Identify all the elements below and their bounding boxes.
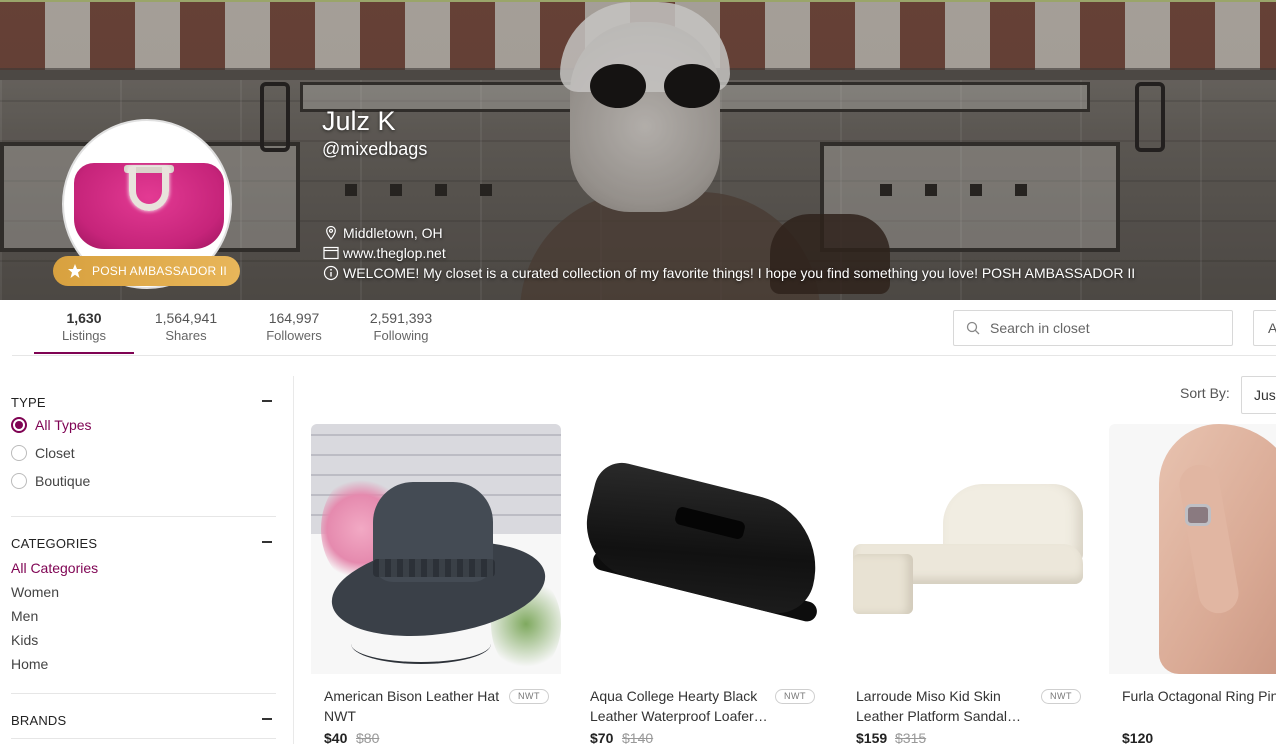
type-option-label: Boutique (35, 473, 91, 489)
stat-value: 1,630 (66, 310, 102, 326)
divider (11, 693, 276, 694)
listing-original-price: $140 (622, 730, 654, 744)
star-icon (68, 264, 82, 278)
closet-search[interactable] (953, 310, 1233, 346)
listing-price: $120 (1122, 730, 1154, 744)
stat-listings[interactable]: 1,630 Listings (34, 310, 134, 354)
type-option-label: All Types (35, 417, 92, 433)
listing-card[interactable]: American Bison Leather Hat NWT NWT $40 $… (311, 424, 561, 744)
sort-label: Sort By: (1180, 385, 1230, 401)
listing-photo-hat[interactable] (311, 424, 561, 674)
category-all[interactable]: All Categories (11, 560, 98, 576)
photo-hand (1159, 424, 1276, 674)
listing-price: $70 (590, 730, 614, 744)
posh-ambassador-badge: POSH AMBASSADOR II (53, 256, 240, 286)
listing-price: $159 (856, 730, 888, 744)
map-pin-icon (326, 225, 336, 240)
type-option-closet[interactable]: Closet (11, 445, 75, 461)
nwt-tag: NWT (775, 689, 815, 704)
profile-handle: @mixedbags (322, 139, 428, 159)
stat-following[interactable]: 2,591,393 Following (362, 310, 440, 343)
listing-photo-loafer[interactable] (577, 424, 827, 674)
listing-price: $40 (324, 730, 348, 744)
filter-heading-brands: BRANDS (11, 713, 67, 728)
photo-sandal (853, 484, 1083, 614)
divider (11, 516, 276, 517)
active-tab-underline (34, 352, 134, 354)
listing-title[interactable]: American Bison Leather Hat NWT (324, 686, 504, 726)
stat-followers[interactable]: 164,997 Followers (256, 310, 332, 343)
listing-card[interactable]: Furla Octagonal Ring Pink Size 7 NIB $12… (1109, 424, 1276, 744)
listing-title[interactable]: Larroude Miso Kid Skin Leather Platform … (856, 686, 1036, 726)
search-input[interactable] (990, 320, 1210, 336)
sandal-heel (853, 554, 913, 614)
stat-label: Listings (61, 328, 107, 343)
listing-title[interactable]: Aqua College Hearty Black Leather Waterp… (590, 686, 770, 726)
photo-loafer (577, 457, 827, 624)
browser-window-icon (323, 246, 339, 260)
bag-clasp (129, 167, 169, 211)
nwt-tag: NWT (1041, 689, 1081, 704)
type-option-label: Closet (35, 445, 75, 461)
badge-label: POSH AMBASSADOR II (92, 264, 227, 278)
category-home[interactable]: Home (11, 656, 48, 672)
stat-value: 1,564,941 (154, 310, 218, 326)
photo-finger (1176, 461, 1242, 617)
info-icon (323, 265, 339, 281)
listing-title[interactable]: Furla Octagonal Ring Pink Size 7 NIB (1122, 686, 1276, 706)
profile-name: Julz K (322, 106, 396, 136)
profile-bio: WELCOME! My closet is a curated collecti… (323, 265, 1135, 281)
search-icon (966, 321, 980, 335)
category-kids[interactable]: Kids (11, 632, 38, 648)
sort-select[interactable]: Jus (1241, 376, 1276, 414)
nwt-tag: NWT (509, 689, 549, 704)
minus-icon[interactable] (262, 718, 272, 720)
stat-value: 164,997 (268, 310, 320, 326)
filter-heading-type: TYPE (11, 395, 46, 410)
listing-photo-ring[interactable] (1109, 424, 1276, 674)
type-option-all[interactable]: All Types (11, 417, 92, 433)
filter-heading-categories: CATEGORIES (11, 536, 98, 551)
listing-original-price: $315 (895, 730, 927, 744)
category-women[interactable]: Women (11, 584, 59, 600)
listing-card[interactable]: Larroude Miso Kid Skin Leather Platform … (843, 424, 1093, 744)
filter-sidebar: TYPE All Types Closet Boutique CATEGORIE… (0, 376, 294, 744)
stat-shares[interactable]: 1,564,941 Shares (145, 310, 227, 343)
radio-button[interactable] (11, 473, 27, 489)
minus-icon[interactable] (262, 400, 272, 402)
cover-banner: POSH AMBASSADOR II Julz K @mixedbags Mid… (0, 0, 1276, 300)
listing-original-price: $80 (356, 730, 380, 744)
photo-ring (1185, 504, 1211, 526)
divider (11, 738, 276, 739)
photo-hat-band (373, 559, 495, 577)
bio-text: WELCOME! My closet is a curated collecti… (343, 265, 1136, 281)
radio-button[interactable] (11, 445, 27, 461)
loafer-upper (577, 457, 827, 621)
avatar-handbag-image (74, 163, 224, 249)
profile-website[interactable]: www.theglop.net (323, 245, 446, 261)
listing-card[interactable]: Aqua College Hearty Black Leather Waterp… (577, 424, 827, 744)
stat-value: 2,591,393 (369, 310, 433, 326)
profile-location: Middletown, OH (323, 225, 443, 241)
closet-page: POSH AMBASSADOR II Julz K @mixedbags Mid… (0, 0, 1276, 744)
stat-label: Following (373, 328, 429, 343)
location-text: Middletown, OH (343, 225, 443, 241)
minus-icon[interactable] (262, 541, 272, 543)
listing-photo-sandal[interactable] (843, 424, 1093, 674)
category-men[interactable]: Men (11, 608, 38, 624)
stat-label: Shares (165, 328, 207, 343)
radio-button[interactable] (11, 417, 27, 433)
cut-off-button[interactable]: A (1253, 310, 1276, 346)
website-link[interactable]: www.theglop.net (343, 245, 446, 261)
stat-label: Followers (266, 328, 322, 343)
type-option-boutique[interactable]: Boutique (11, 473, 90, 489)
